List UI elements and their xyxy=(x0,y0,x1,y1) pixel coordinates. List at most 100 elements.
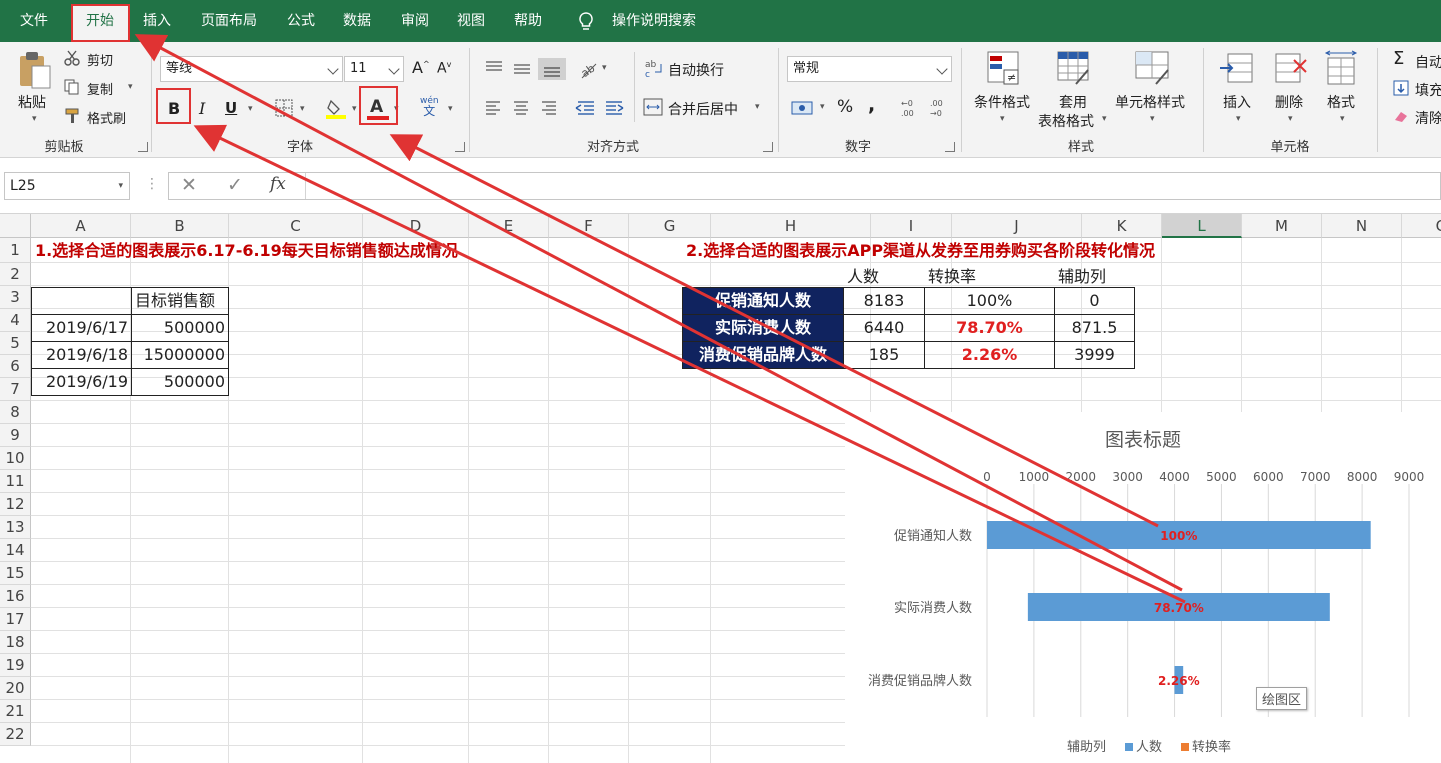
delete-cells-button[interactable]: 删除 xyxy=(1275,92,1303,112)
format-cells-button[interactable]: 格式 xyxy=(1327,92,1355,112)
row-header-18[interactable]: 18 xyxy=(0,631,31,654)
row-header-22[interactable]: 22 xyxy=(0,723,31,746)
alignment-launcher-icon[interactable] xyxy=(763,142,773,152)
orientation-icon[interactable]: ab xyxy=(578,58,598,81)
row-header-21[interactable]: 21 xyxy=(0,700,31,723)
insert-function-button[interactable]: fx xyxy=(270,174,286,194)
number-launcher-icon[interactable] xyxy=(945,142,955,152)
table2-row-label[interactable]: 实际消费人数 xyxy=(682,314,844,342)
cancel-icon[interactable]: ✕ xyxy=(181,174,197,196)
table-dropdown-icon[interactable]: ▾ xyxy=(1102,114,1107,124)
column-header-k[interactable]: K xyxy=(1082,214,1162,238)
tab-page-layout[interactable]: 页面布局 xyxy=(190,0,268,42)
table2-count[interactable]: 6440 xyxy=(843,314,925,342)
column-header-g[interactable]: G xyxy=(629,214,711,238)
tab-data[interactable]: 数据 xyxy=(332,0,382,42)
font-size-select[interactable]: 11 xyxy=(344,56,404,82)
tab-file[interactable]: 文件 xyxy=(6,0,62,42)
tab-view[interactable]: 视图 xyxy=(446,0,496,42)
italic-button[interactable]: I xyxy=(199,99,205,118)
table1-value[interactable]: 500000 xyxy=(131,314,229,342)
tab-insert[interactable]: 插入 xyxy=(132,0,182,42)
row-header-9[interactable]: 9 xyxy=(0,424,31,447)
tab-review[interactable]: 审阅 xyxy=(390,0,440,42)
column-header-n[interactable]: N xyxy=(1322,214,1402,238)
phonetic-dropdown-icon[interactable]: ▾ xyxy=(448,104,453,114)
copy-dropdown-icon[interactable]: ▾ xyxy=(128,82,133,92)
column-header-a[interactable]: A xyxy=(31,214,131,238)
row-header-4[interactable]: 4 xyxy=(0,309,31,332)
row-header-7[interactable]: 7 xyxy=(0,378,31,401)
clear-button[interactable]: 清除 xyxy=(1415,108,1441,128)
currency-dropdown-icon[interactable]: ▾ xyxy=(820,102,825,112)
column-header-b[interactable]: B xyxy=(131,214,229,238)
vertical-align-buttons[interactable] xyxy=(482,58,572,80)
autosum-button[interactable]: 自动 xyxy=(1415,52,1441,72)
column-header-d[interactable]: D xyxy=(363,214,469,238)
chart-area[interactable]: 图表标题 0 1000 2000 3000 4000 5000 6000 7000 8000 900… xyxy=(845,412,1441,763)
underline-dropdown-icon[interactable]: ▾ xyxy=(248,104,253,114)
shrink-font-button[interactable]: Av xyxy=(437,60,451,77)
table2-count[interactable]: 8183 xyxy=(843,287,925,315)
row-header-6[interactable]: 6 xyxy=(0,355,31,378)
column-header-c[interactable]: C xyxy=(229,214,363,238)
copy-button[interactable]: 复制 xyxy=(87,79,113,98)
conditional-dropdown-icon[interactable]: ▾ xyxy=(1000,114,1005,124)
row-header-17[interactable]: 17 xyxy=(0,608,31,631)
insert-cells-button[interactable]: 插入 xyxy=(1223,92,1251,112)
wrap-text-button[interactable]: 自动换行 xyxy=(668,60,724,80)
section1-title[interactable]: 1.选择合适的图表展示6.17-6.19每天目标销售额达成情况 xyxy=(35,238,458,264)
column-header-f[interactable]: F xyxy=(549,214,629,238)
table1-value[interactable]: 15000000 xyxy=(131,341,229,369)
insert-dropdown-icon[interactable]: ▾ xyxy=(1236,114,1241,124)
orientation-dropdown-icon[interactable]: ▾ xyxy=(602,63,607,73)
font-launcher-icon[interactable] xyxy=(455,142,465,152)
fill-color-dropdown-icon[interactable]: ▾ xyxy=(352,104,357,114)
enter-check-icon[interactable]: ✓ xyxy=(227,174,243,196)
table1-date[interactable]: 2019/6/19 xyxy=(31,368,132,396)
column-header-h[interactable]: H xyxy=(711,214,871,238)
decrease-decimal-icon[interactable]: .00 →0 xyxy=(928,98,948,118)
row-header-3[interactable]: 3 xyxy=(0,286,31,309)
fill-button[interactable]: 填充 xyxy=(1415,80,1441,100)
delete-dropdown-icon[interactable]: ▾ xyxy=(1288,114,1293,124)
section2-title[interactable]: 2.选择合适的图表展示APP渠道从发券至用券购买各阶段转化情况 xyxy=(686,238,1155,264)
row-header-11[interactable]: 11 xyxy=(0,470,31,493)
row-header-20[interactable]: 20 xyxy=(0,677,31,700)
table1-value[interactable]: 500000 xyxy=(131,368,229,396)
row-header-8[interactable]: 8 xyxy=(0,401,31,424)
cell-styles-dropdown-icon[interactable]: ▾ xyxy=(1150,114,1155,124)
borders-icon[interactable] xyxy=(275,99,293,117)
format-as-table-label-2[interactable]: 表格格式 xyxy=(1038,111,1094,131)
paste-button[interactable]: 粘贴 xyxy=(18,92,46,112)
table2-row-label[interactable]: 促销通知人数 xyxy=(682,287,844,315)
grow-font-button[interactable]: A^ xyxy=(412,58,430,77)
cut-button[interactable]: 剪切 xyxy=(87,50,113,69)
select-all-corner[interactable] xyxy=(0,214,31,238)
format-as-table-button[interactable]: 套用 xyxy=(1059,92,1087,112)
row-header-19[interactable]: 19 xyxy=(0,654,31,677)
comma-button[interactable]: , xyxy=(868,94,875,116)
name-box[interactable]: L25 ▾ xyxy=(4,172,130,200)
formula-input[interactable] xyxy=(312,173,1437,199)
row-header-2[interactable]: 2 xyxy=(0,263,31,286)
format-dropdown-icon[interactable]: ▾ xyxy=(1340,114,1345,124)
table2-rate[interactable]: 100% xyxy=(924,287,1055,315)
clipboard-launcher-icon[interactable] xyxy=(138,142,148,152)
row-header-13[interactable]: 13 xyxy=(0,516,31,539)
merge-dropdown-icon[interactable]: ▾ xyxy=(755,102,760,112)
table2-rate[interactable]: 78.70% xyxy=(924,314,1055,342)
tab-formulas[interactable]: 公式 xyxy=(276,0,326,42)
row-header-5[interactable]: 5 xyxy=(0,332,31,355)
phonetic-button[interactable]: wén 文 xyxy=(420,96,439,118)
funnel-chart[interactable]: 图表标题 0 1000 2000 3000 4000 5000 6000 7000 8000 900… xyxy=(845,412,1441,763)
fill-color-icon[interactable] xyxy=(326,98,346,120)
tell-me-search[interactable]: 操作说明搜索 xyxy=(604,0,704,42)
font-name-select[interactable]: 等线 xyxy=(160,56,343,82)
row-header-15[interactable]: 15 xyxy=(0,562,31,585)
conditional-format-button[interactable]: 条件格式 xyxy=(974,92,1030,112)
table2-rate[interactable]: 2.26% xyxy=(924,341,1055,369)
row-header-12[interactable]: 12 xyxy=(0,493,31,516)
table1-header[interactable]: 目标销售额 xyxy=(131,287,229,315)
column-header-o[interactable]: O xyxy=(1402,214,1441,238)
